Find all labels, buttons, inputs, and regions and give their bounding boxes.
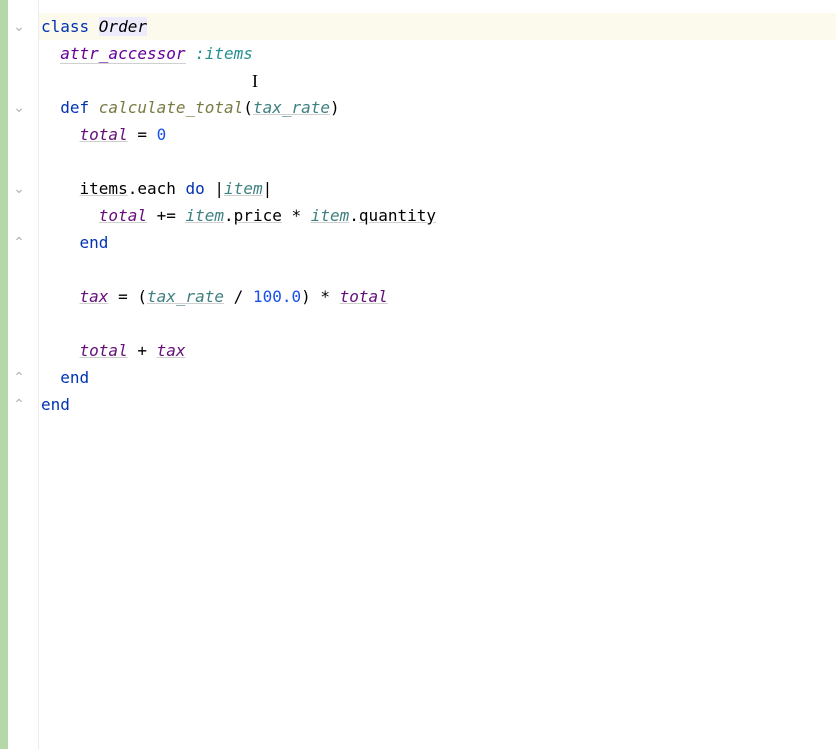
attr-accessor: attr_accessor xyxy=(60,44,185,64)
fold-close-icon[interactable]: ⌃ xyxy=(8,391,30,418)
variable: tax xyxy=(80,287,109,306)
keyword: do xyxy=(186,179,205,198)
fold-toggle-icon[interactable]: ⌄ xyxy=(8,175,30,202)
call: price xyxy=(234,206,282,225)
code-line[interactable]: tax = (tax_rate / 100.0) * total xyxy=(39,283,836,310)
keyword: def xyxy=(60,98,99,117)
variable: total xyxy=(80,341,128,360)
structure-gutter xyxy=(30,0,39,749)
code-line[interactable]: total += item.price * item.quantity xyxy=(39,202,836,229)
fold-toggle-icon[interactable]: ⌄ xyxy=(8,13,30,40)
code-editor[interactable]: ⌄ ⌄ ⌄ ⌃ ⌃ ⌃ class Order attr_accessor :i… xyxy=(0,0,836,749)
diff-gutter xyxy=(0,0,8,749)
code-line[interactable]: total + tax xyxy=(39,337,836,364)
param: tax_rate xyxy=(253,98,330,117)
variable: total xyxy=(99,206,147,225)
keyword: class xyxy=(41,17,99,36)
code-line[interactable]: I xyxy=(39,67,836,94)
code-area[interactable]: class Order attr_accessor :items I def c… xyxy=(39,0,836,749)
block-var: item xyxy=(186,206,225,225)
code-line[interactable]: def calculate_total(tax_rate) xyxy=(39,94,836,121)
block-var: item xyxy=(311,206,350,225)
code-line[interactable] xyxy=(39,310,836,337)
symbol: :items xyxy=(195,44,253,63)
fold-close-icon[interactable]: ⌃ xyxy=(8,229,30,256)
code-line[interactable]: attr_accessor :items xyxy=(39,40,836,67)
fold-gutter[interactable]: ⌄ ⌄ ⌄ ⌃ ⌃ ⌃ xyxy=(8,0,30,749)
code-line[interactable]: end xyxy=(39,229,836,256)
block-var: item xyxy=(224,179,263,198)
variable: tax xyxy=(157,341,186,360)
keyword: end xyxy=(41,395,70,414)
number: 0 xyxy=(157,125,167,144)
code-line[interactable] xyxy=(39,148,836,175)
code-line[interactable]: items.each do |item| xyxy=(39,175,836,202)
call: items xyxy=(80,179,128,198)
class-name: Order xyxy=(99,17,147,36)
fold-close-icon[interactable]: ⌃ xyxy=(8,364,30,391)
text-cursor: I xyxy=(252,72,253,90)
code-line[interactable]: end xyxy=(39,391,836,418)
variable: total xyxy=(80,125,128,144)
number: 100.0 xyxy=(253,287,301,306)
call: quantity xyxy=(359,206,436,225)
code-line[interactable] xyxy=(39,256,836,283)
keyword: end xyxy=(80,233,109,252)
call: each xyxy=(137,179,176,198)
fold-toggle-icon[interactable]: ⌄ xyxy=(8,94,30,121)
code-line[interactable]: end xyxy=(39,364,836,391)
method-name: calculate_total xyxy=(99,98,244,117)
code-line[interactable]: total = 0 xyxy=(39,121,836,148)
param: tax_rate xyxy=(147,287,224,306)
keyword: end xyxy=(60,368,89,387)
code-line[interactable]: class Order xyxy=(39,13,836,40)
variable: total xyxy=(340,287,388,306)
